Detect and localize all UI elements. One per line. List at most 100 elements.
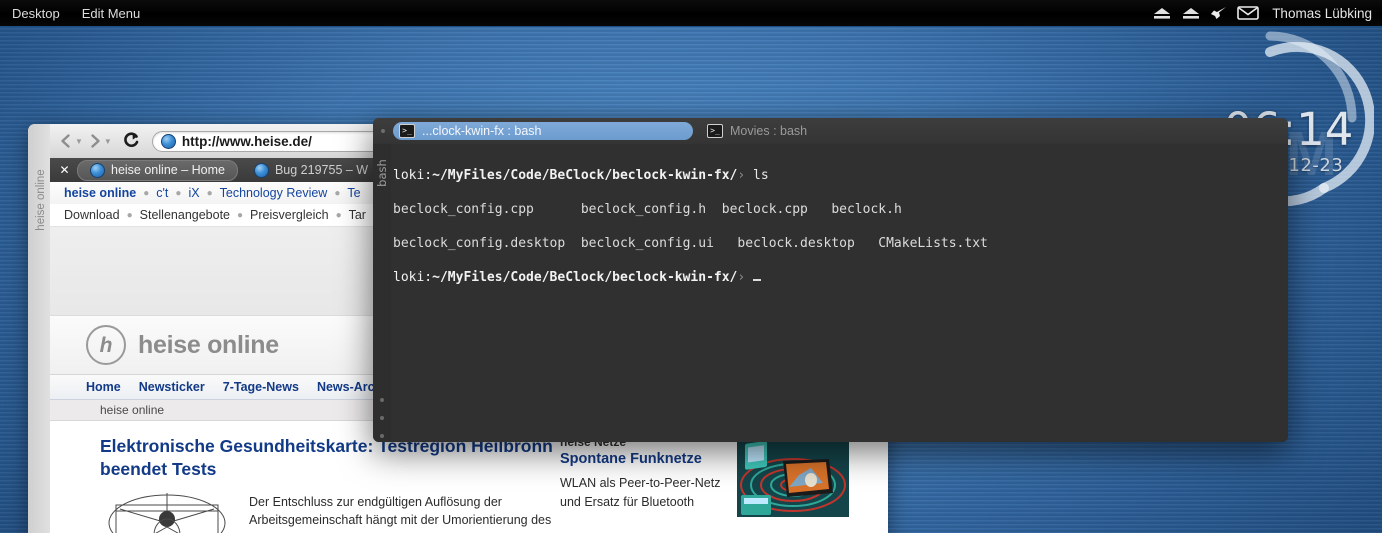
nav-separator: ● [126,209,133,221]
browser-tab-label: heise online – Home [111,163,225,177]
browser-tab-bug[interactable]: Bug 219755 – W [242,161,380,180]
terminal-file: beclock.desktop [737,236,855,251]
terminal-line: loki:~/MyFiles/Code/BeClock/beclock-kwin… [393,269,1288,286]
system-tray: Thomas Lübking [1152,5,1382,21]
forward-button[interactable]: ▼ [85,133,114,149]
top-menu-bar: Desktop Edit Menu Thomas Lübking [0,0,1382,27]
nav-separator: ● [335,209,342,221]
browser-side-tab-label: heise online [35,169,47,231]
terminal-tab-movies[interactable]: >_ Movies : bash [701,122,821,140]
article-main: Elektronische Gesundheitskarte: Testregi… [50,435,560,533]
heise-logo-glyph: h [99,333,113,357]
forward-arrow-icon [91,134,100,148]
terminal-grip-dot[interactable] [380,416,384,420]
terminal-cursor [753,279,762,281]
nav-link-heise-online[interactable]: heise online [64,186,136,200]
vitruvian-man-image [100,492,235,533]
vitruvian-man-drawing-icon [108,492,226,533]
terminal-window[interactable]: >_ ...clock-kwin-fx : bash >_ Movies : b… [373,118,1288,442]
envelope-glyph [1237,6,1259,20]
article-body: Der Entschluss zur endgültigen Auflösung… [249,494,552,527]
nav-link-te[interactable]: Te [347,186,360,200]
terminal-line: beclock_config.cpp beclock_config.h becl… [393,201,1288,218]
tab-favicon-icon [253,162,269,178]
close-icon[interactable]: ✕ [56,162,73,179]
terminal-tab-clock-kwin-fx[interactable]: >_ ...clock-kwin-fx : bash [393,122,693,140]
sidebar-title[interactable]: Spontane Funknetze [560,451,725,468]
tab-favicon-icon [90,162,105,178]
brush-glyph [1211,7,1227,19]
terminal-line: loki:~/MyFiles/Code/BeClock/beclock-kwin… [393,167,1288,184]
menu-desktop[interactable]: Desktop [2,4,70,23]
terminal-line: beclock_config.desktop beclock_config.ui… [393,235,1288,252]
terminal-file: CMakeLists.txt [878,236,988,251]
terminal-titlebar[interactable]: >_ ...clock-kwin-fx : bash >_ Movies : b… [373,118,1288,144]
nav-separator: ● [237,209,244,221]
terminal-file: beclock_config.ui [580,236,714,251]
back-arrow-icon [61,134,70,148]
back-button[interactable]: ▼ [56,133,85,149]
brush-icon[interactable] [1210,5,1228,21]
eject-icon[interactable] [1181,5,1201,21]
menu-edit-menu[interactable]: Edit Menu [72,4,151,23]
forward-dropdown-chevron-icon[interactable]: ▼ [104,137,112,146]
titlebar-dot [381,129,385,133]
sidebar-text: heise Netze Spontane Funknetze WLAN als … [560,435,725,533]
terminal-icon: >_ [399,124,415,138]
terminal-prompt-path: ~/MyFiles/Code/BeClock/beclock-kwin-fx/ [432,168,738,183]
eject-glyph [1183,8,1200,19]
reload-button[interactable] [120,131,144,151]
nav-link-technology-review[interactable]: Technology Review [220,186,328,200]
nav-separator: ● [175,187,182,199]
terminal-tab-label: Movies : bash [730,124,808,138]
terminal-tab-label: ...clock-kwin-fx : bash [422,124,542,138]
terminal-prompt-arrow: › [737,270,746,285]
terminal-command: ls [753,168,769,183]
article-sidebar: heise Netze Spontane Funknetze WLAN als … [560,435,868,533]
terminal-prompt-host: loki: [393,168,433,183]
url-text: http://www.heise.de/ [181,133,312,149]
nav-separator: ● [143,187,150,199]
terminal-prompt-arrow: › [737,168,746,183]
nav-link-ix[interactable]: iX [188,186,199,200]
terminal-file: beclock.h [831,202,902,217]
reload-icon [124,132,139,147]
mail-icon[interactable] [1237,5,1259,21]
nav-separator: ● [206,187,213,199]
terminal-output[interactable]: loki:~/MyFiles/Code/BeClock/beclock-kwin… [391,144,1288,442]
heise-logo-icon: h [86,325,126,365]
back-dropdown-chevron-icon[interactable]: ▼ [75,137,83,146]
browser-tab-heise[interactable]: heise online – Home [77,159,238,181]
menu-item-newsticker[interactable]: Newsticker [139,380,205,394]
nav-link-ct[interactable]: c't [156,186,168,200]
terminal-icon: >_ [707,124,723,138]
heise-logo-text: heise online [138,330,279,359]
terminal-file: beclock.cpp [721,202,808,217]
terminal-file: beclock_config.cpp [393,202,534,217]
terminal-grip-dot[interactable] [380,434,384,438]
sidebar-thumbnail-image[interactable] [737,435,849,517]
terminal-side-strip: bash [373,144,391,442]
nav-link-stellenangebote[interactable]: Stellenangebote [140,208,230,222]
browser-tab-label: Bug 219755 – W [274,163,369,177]
terminal-file: beclock_config.desktop [393,236,566,251]
eject-icon[interactable] [1152,5,1172,21]
terminal-side-label: bash [375,159,389,187]
terminal-prompt-host: loki: [393,270,433,285]
article-row: Der Entschluss zur endgültigen Auflösung… [100,492,560,533]
eject-glyph [1154,8,1171,19]
nav-separator: ● [334,187,341,199]
user-name-label[interactable]: Thomas Lübking [1272,6,1372,21]
wireless-network-illustration-icon [737,435,849,517]
terminal-grip-dot[interactable] [380,398,384,402]
nav-link-tar[interactable]: Tar [349,208,366,222]
menu-item-7-tage-news[interactable]: 7-Tage-News [223,380,299,394]
url-favicon-icon [160,133,176,149]
nav-link-download[interactable]: Download [64,208,120,222]
sidebar-body: WLAN als Peer-to-Peer-Netz und Ersatz fü… [560,476,721,509]
terminal-prompt-path: ~/MyFiles/Code/BeClock/beclock-kwin-fx/ [432,270,738,285]
terminal-file: beclock_config.h [580,202,707,217]
browser-side-tab[interactable]: heise online [28,124,51,533]
menu-item-home[interactable]: Home [86,380,121,394]
nav-link-preisvergleich[interactable]: Preisvergleich [250,208,329,222]
